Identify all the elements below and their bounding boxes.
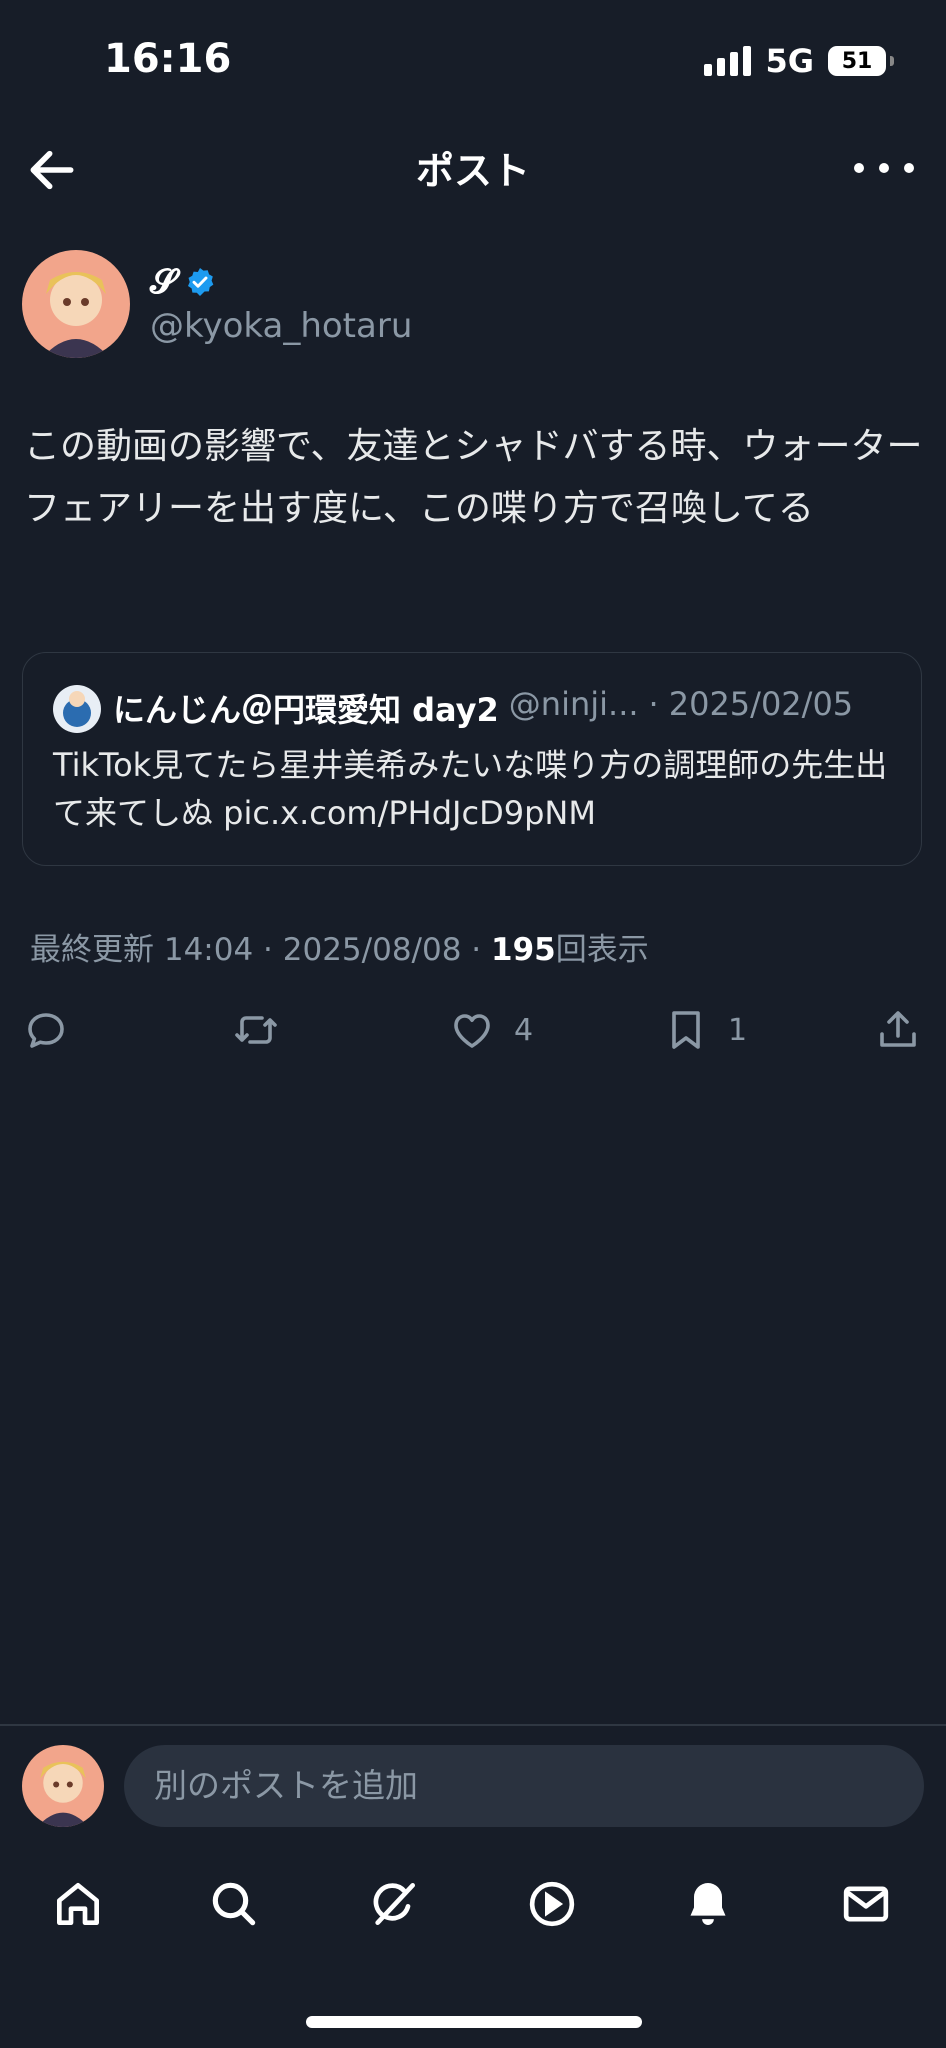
quote-handle: @ninji... — [508, 685, 639, 723]
quoted-post[interactable]: にんじん＠円環愛知 day2 @ninji... · 2025/02/05 Ti… — [22, 652, 922, 866]
search-icon[interactable] — [206, 1876, 262, 1932]
bookmark-icon — [672, 1011, 700, 1049]
reply-button[interactable] — [22, 1002, 88, 1058]
home-icon[interactable] — [50, 1876, 106, 1932]
home-indicator — [306, 2016, 642, 2028]
quote-avatar — [53, 685, 101, 733]
post-text: この動画の影響で、友達とシャドバする時、ウォーターフェアリーを出す度に、この喋り… — [24, 426, 923, 529]
grok-icon[interactable] — [366, 1876, 422, 1932]
author-display-name: 𝓢 — [150, 262, 177, 302]
view-label: 回表示 — [555, 932, 649, 968]
author-avatar[interactable] — [22, 250, 130, 358]
reply-input[interactable]: 別のポストを追加 — [124, 1745, 924, 1827]
repost-icon — [235, 1016, 277, 1044]
quote-author-name: にんじん＠円環愛知 day2 — [113, 691, 499, 729]
reply-icon — [28, 1013, 64, 1048]
network-label: 5G — [765, 42, 814, 80]
repost-button[interactable] — [232, 1002, 298, 1058]
quote-text: TikTok見てたら星井美希みたいな喋り方の調理師の先生出て来てしぬ pic.x… — [53, 746, 888, 832]
view-count: 195 — [491, 932, 556, 968]
signal-icon — [704, 46, 752, 76]
quote-date: 2025/02/05 — [668, 685, 854, 723]
notifications-bell-icon[interactable] — [680, 1876, 736, 1932]
quote-separator: · — [648, 685, 659, 723]
page-title: ポスト — [415, 149, 530, 193]
bookmark-count: 1 — [728, 1012, 748, 1048]
author-handle[interactable]: @kyoka_hotaru — [150, 306, 412, 346]
user-avatar[interactable] — [22, 1745, 104, 1827]
messages-icon[interactable] — [838, 1876, 894, 1932]
heart-icon — [454, 1014, 490, 1048]
status-time: 16:16 — [104, 36, 232, 82]
like-button[interactable]: 4 — [448, 1002, 533, 1058]
meta-separator: · — [471, 932, 482, 968]
more-icon[interactable] — [854, 150, 914, 186]
share-button[interactable] — [874, 1002, 922, 1058]
post-meta: 最終更新 14:04 · 2025/08/08 · 195回表示 — [30, 924, 649, 969]
verified-badge-icon — [188, 268, 214, 296]
author-name[interactable]: 𝓢 — [150, 262, 216, 302]
share-icon — [880, 1011, 916, 1047]
bookmark-button[interactable]: 1 — [662, 1002, 747, 1058]
quote-header: にんじん＠円環愛知 day2 @ninji... · 2025/02/05 — [113, 685, 853, 731]
video-icon[interactable] — [524, 1876, 580, 1932]
battery-icon: 51 — [828, 46, 894, 76]
status-indicators: 5G 51 — [704, 42, 894, 80]
updated-time: 最終更新 14:04 · 2025/08/08 — [30, 932, 462, 968]
divider — [0, 1724, 946, 1726]
like-count: 4 — [514, 1012, 534, 1048]
